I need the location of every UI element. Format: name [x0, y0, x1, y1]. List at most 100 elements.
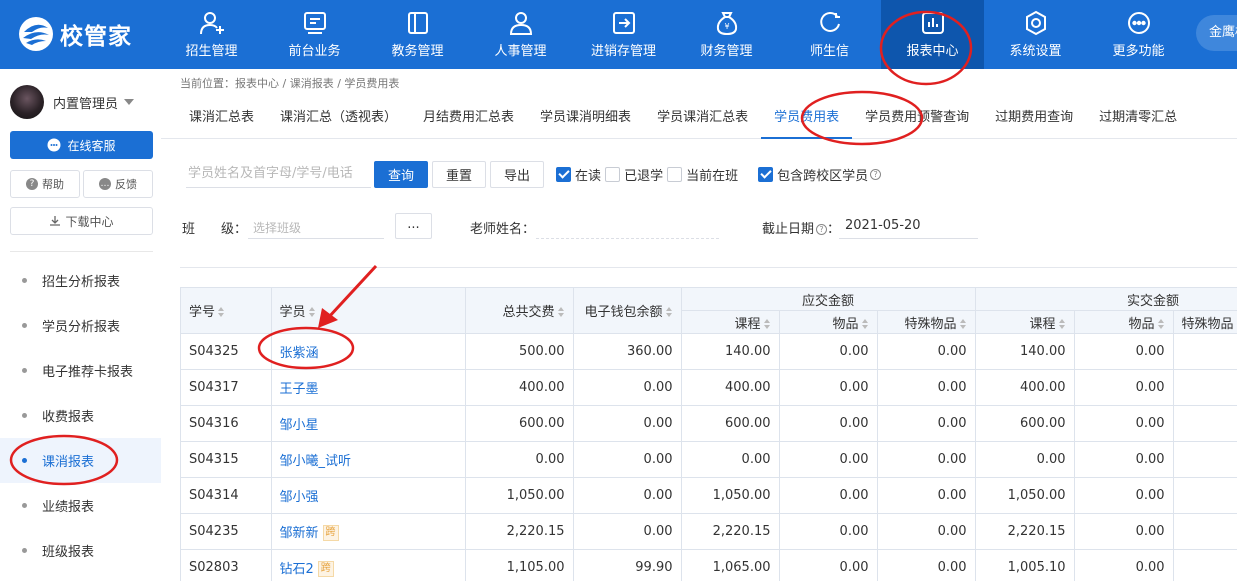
col-paid-goods[interactable]: 物品: [1074, 310, 1174, 334]
cell-total: 600.00: [465, 405, 574, 442]
bullet-icon: [22, 413, 27, 418]
nav-more[interactable]: 更多功能: [1087, 0, 1190, 69]
student-search-input[interactable]: [186, 160, 371, 188]
sidebar-item-label: 学员分析报表: [42, 320, 121, 335]
class-picker-button[interactable]: ...: [395, 213, 432, 239]
cell-total: 1,050.00: [465, 477, 574, 514]
download-center-button[interactable]: 下载中心: [10, 207, 153, 235]
table-row: S04316 邹小星 600.00 0.00 600.00 0.00 0.00 600.00 0…: [181, 405, 1237, 442]
table-row: S04325 张紫涵 500.00 360.00 140.00 0.00 0.00 140.0…: [181, 333, 1237, 370]
tab-consumption-pivot[interactable]: 课消汇总（透视表）: [267, 97, 410, 139]
student-link[interactable]: 邹小曦_试听: [280, 454, 352, 469]
cell-wallet: 0.00: [573, 441, 682, 478]
online-service-label: 在线客服: [67, 138, 116, 153]
student-fee-table: 学号 学员 总共交费 电子钱包余额 应交金额 实交金额 课程 物品 特殊物品 课…: [180, 287, 1237, 581]
tab-student-consumption-summary[interactable]: 学员课消汇总表: [644, 97, 761, 139]
cell-due-goods: 0.00: [779, 333, 878, 370]
tab-student-fee-table[interactable]: 学员费用表: [761, 97, 853, 139]
tab-consumption-summary[interactable]: 课消汇总表: [176, 97, 267, 139]
feedback-button[interactable]: … 反馈: [83, 170, 153, 198]
cell-student-no: S04314: [181, 477, 272, 514]
sidebar-item-class-report[interactable]: 班级报表: [0, 528, 161, 573]
nav-report-center[interactable]: 报表中心: [881, 0, 984, 69]
col-paid-course[interactable]: 课程: [975, 310, 1075, 334]
cell-paid-special: [1173, 405, 1237, 442]
user-name: 内置管理员: [53, 96, 119, 112]
person-icon: [509, 12, 532, 35]
nav-front-desk[interactable]: 前台业务: [263, 0, 366, 69]
student-link[interactable]: 邹小星: [280, 418, 319, 433]
table-row: S04317 王子墨 400.00 0.00 400.00 0.00 0.00 400.00 0…: [181, 369, 1237, 406]
cell-total: 400.00: [465, 369, 574, 406]
cell-paid-course: 1,005.10: [975, 549, 1075, 581]
filter-row: 班 级： 选择班级 ... 老师姓名： 截止日期?： 2021-05-20: [182, 213, 1222, 239]
nav-finance[interactable]: ¥ 财务管理: [675, 0, 778, 69]
sort-icon: [665, 307, 673, 317]
help-icon[interactable]: ?: [870, 168, 882, 180]
sidebar-item-performance-report[interactable]: 业绩报表: [0, 483, 161, 528]
nav-enrollment[interactable]: 招生管理: [160, 0, 263, 69]
col-due-goods[interactable]: 物品: [779, 310, 878, 334]
tab-expired-fee-query[interactable]: 过期费用查询: [982, 97, 1086, 139]
col-paid-special[interactable]: 特殊物品: [1173, 310, 1237, 334]
checkbox-withdrawn[interactable]: 已退学: [605, 165, 663, 184]
company-switcher[interactable]: 金鹰桂: [1196, 15, 1237, 51]
sidebar-item-referral-card-report[interactable]: 电子推荐卡报表: [0, 348, 161, 393]
chevron-down-icon: [124, 99, 135, 105]
student-link[interactable]: 邹小强: [280, 490, 319, 505]
checkbox-in-class[interactable]: 当前在班: [667, 165, 738, 184]
cell-paid-goods: 0.00: [1074, 441, 1174, 478]
sidebar-item-enrollment-report[interactable]: 招生分析报表: [0, 258, 161, 303]
nav-academic[interactable]: 教务管理: [366, 0, 469, 69]
col-student[interactable]: 学员: [271, 287, 466, 334]
nav-messages[interactable]: 师生信: [778, 0, 881, 69]
svg-text:¥: ¥: [724, 22, 729, 31]
nav-label: 人事管理: [494, 44, 547, 59]
nav-settings[interactable]: 系统设置: [984, 0, 1087, 69]
inventory-icon: [612, 12, 635, 34]
sidebar-item-fee-report[interactable]: 收费报表: [0, 393, 161, 438]
col-student-no[interactable]: 学号: [181, 287, 272, 334]
reset-button[interactable]: 重置: [432, 160, 487, 188]
query-button[interactable]: 查询: [374, 160, 429, 188]
col-due-course[interactable]: 课程: [681, 310, 780, 334]
export-button[interactable]: 导出: [490, 160, 545, 188]
cell-student: 邹小星: [271, 405, 466, 442]
nav-inventory[interactable]: 进销存管理: [572, 0, 675, 69]
checkbox-enrolled[interactable]: 在读: [556, 165, 601, 184]
student-link[interactable]: 张紫涵: [280, 346, 319, 361]
cell-paid-course: 400.00: [975, 369, 1075, 406]
logo[interactable]: 校管家: [18, 16, 132, 52]
tab-monthly-fee-summary[interactable]: 月结费用汇总表: [410, 97, 527, 139]
cell-student-no: S04315: [181, 441, 272, 478]
download-icon: [50, 216, 61, 226]
tab-student-consumption-detail[interactable]: 学员课消明细表: [527, 97, 644, 139]
cell-paid-special: [1173, 477, 1237, 514]
bullet-icon: [22, 368, 27, 373]
student-link[interactable]: 钻石2: [280, 562, 314, 577]
tab-fee-warning-query[interactable]: 学员费用预警查询: [852, 97, 982, 139]
checkbox-cross-campus[interactable]: 包含跨校区学员?: [758, 165, 882, 184]
deadline-date-input[interactable]: 2021-05-20: [845, 218, 921, 233]
nav-hr[interactable]: 人事管理: [469, 0, 572, 69]
sidebar: 内置管理员 在线客服 ? 帮助 … 反馈 下载中心 招生分析报表 学员分析报表 …: [0, 69, 161, 581]
col-due-special[interactable]: 特殊物品: [877, 310, 976, 334]
col-total-paid[interactable]: 总共交费: [465, 287, 574, 334]
cell-student-no: S04316: [181, 405, 272, 442]
sort-icon: [763, 318, 771, 329]
tab-expired-clear-summary[interactable]: 过期清零汇总: [1086, 97, 1190, 139]
help-icon[interactable]: ?: [816, 224, 828, 235]
class-select[interactable]: 选择班级: [253, 219, 301, 236]
student-link[interactable]: 王子墨: [280, 382, 319, 397]
user-menu[interactable]: 内置管理员: [10, 85, 135, 119]
sidebar-item-consumption-report[interactable]: 课消报表: [0, 438, 161, 483]
sidebar-item-student-report[interactable]: 学员分析报表: [0, 303, 161, 348]
col-wallet-balance[interactable]: 电子钱包余额: [573, 287, 682, 334]
help-button[interactable]: ? 帮助: [10, 170, 80, 198]
bullet-icon: [22, 458, 27, 463]
col-group-due: 应交金额: [681, 287, 976, 311]
online-service-button[interactable]: 在线客服: [10, 131, 153, 159]
cell-due-goods: 0.00: [779, 405, 878, 442]
cell-student: 王子墨: [271, 369, 466, 406]
student-link[interactable]: 邹新新: [280, 526, 319, 541]
